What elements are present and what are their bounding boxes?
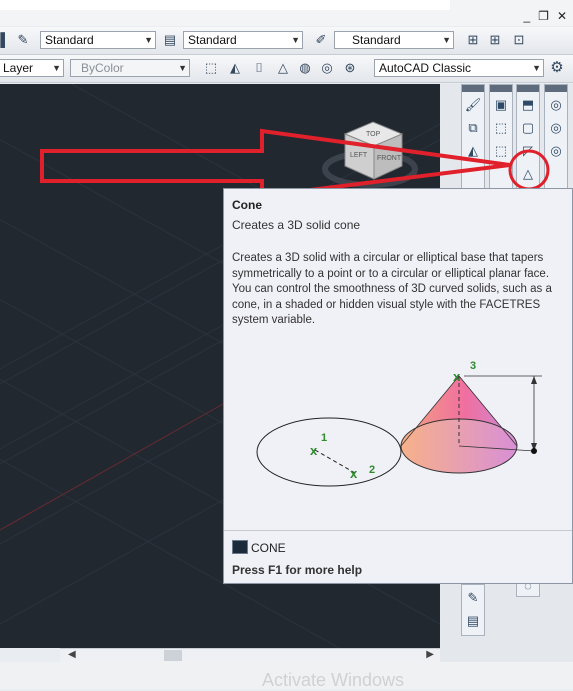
point-3-label: 3 bbox=[470, 360, 476, 372]
tooltip-title: Cone bbox=[232, 198, 262, 212]
tooltip-divider bbox=[224, 530, 572, 531]
point-2-label: 2 bbox=[369, 464, 375, 476]
command-line-icon bbox=[232, 540, 248, 554]
tooltip-subtitle: Creates a 3D solid cone bbox=[232, 218, 361, 232]
cone-illustration: x 1 x 2 x 3 bbox=[256, 360, 542, 487]
radius-marker: x bbox=[350, 466, 358, 481]
scroll-left-icon[interactable]: ◀ bbox=[68, 649, 76, 660]
red-arrow bbox=[40, 128, 511, 199]
radius-line bbox=[314, 449, 356, 474]
activate-windows-watermark: Activate Windows bbox=[262, 670, 405, 690]
tooltip-help: Press F1 for more help bbox=[232, 563, 363, 577]
tooltip-description: Creates a 3D solid with a circular or el… bbox=[232, 252, 552, 326]
horizontal-scrollbar[interactable]: ◀ ▶ bbox=[60, 648, 440, 663]
center-marker: x bbox=[310, 443, 318, 458]
hscroll-thumb[interactable] bbox=[164, 650, 182, 661]
apex-marker: x bbox=[453, 369, 461, 384]
red-circle bbox=[508, 149, 550, 191]
scroll-right-icon[interactable]: ▶ bbox=[426, 649, 434, 660]
point-1-label: 1 bbox=[321, 432, 327, 444]
cone-tooltip: Cone Creates a 3D solid cone Creates a 3… bbox=[223, 188, 573, 584]
tooltip-command: CONE bbox=[251, 541, 286, 555]
base-ellipse bbox=[256, 417, 402, 487]
